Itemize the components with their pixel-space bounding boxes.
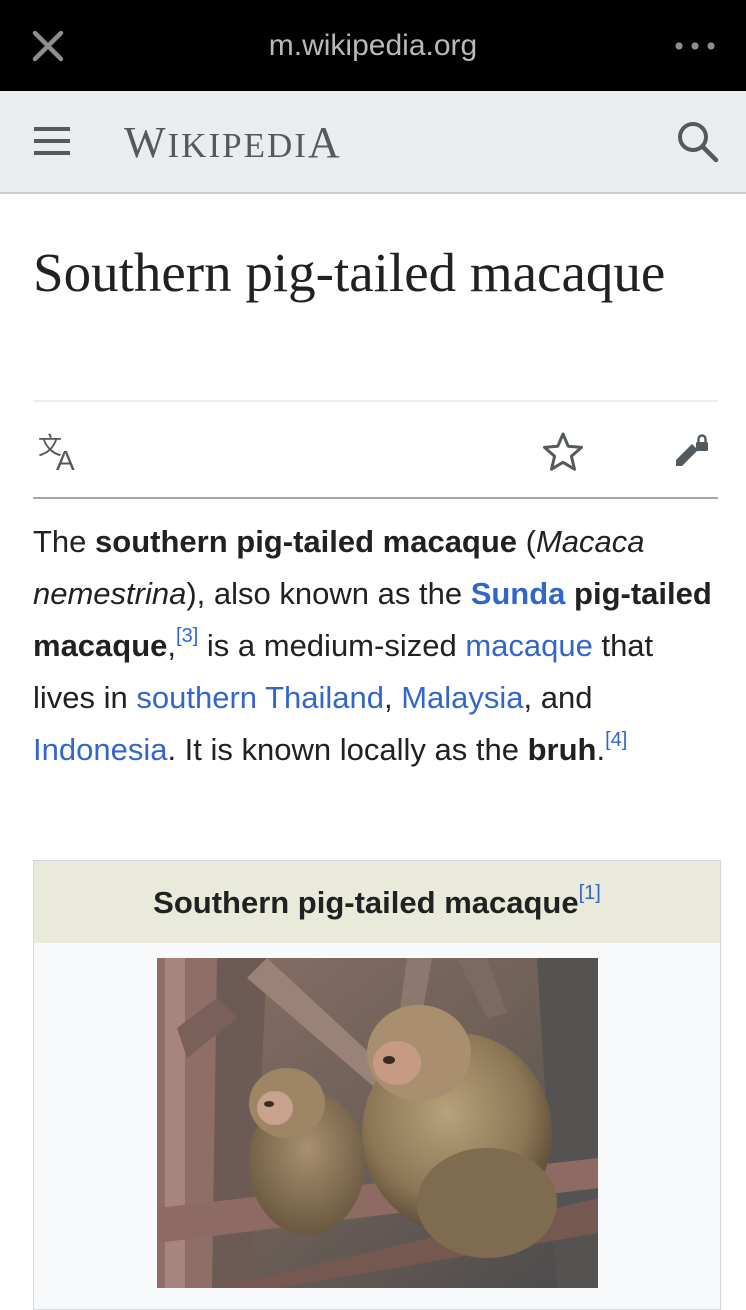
language-icon[interactable]: 文 A	[36, 430, 84, 474]
macaque-photo[interactable]	[157, 958, 598, 1288]
star-icon[interactable]	[540, 430, 586, 474]
infobox-caption: Southern pig-tailed macaque[1]	[34, 861, 720, 943]
reference-4[interactable]: [4]	[605, 729, 627, 751]
wikipedia-wordmark[interactable]: WIKIPEDIA	[124, 117, 342, 172]
wordmark-first-letter: W	[124, 118, 168, 167]
lead-text: ), also known as the	[186, 576, 471, 611]
infobox: Southern pig-tailed macaque[1]	[33, 860, 721, 1310]
lead-bold-local-name: bruh	[527, 732, 597, 767]
search-icon[interactable]	[674, 118, 722, 166]
browser-top-bar: m.wikipedia.org	[0, 0, 746, 91]
actions-divider	[33, 497, 718, 499]
page-title: Southern pig-tailed macaque	[33, 242, 666, 303]
lead-text: .	[596, 732, 606, 767]
reference-1[interactable]: [1]	[579, 882, 601, 904]
wordmark-small-caps: IKIPEDI	[167, 126, 308, 165]
wordmark-last-letter: A	[307, 118, 342, 167]
url-text[interactable]: m.wikipedia.org	[0, 28, 746, 64]
infobox-title: Southern pig-tailed macaque	[153, 885, 579, 920]
site-header: WIKIPEDIA	[0, 91, 746, 194]
lead-text: is a medium-sized	[198, 628, 466, 663]
hamburger-menu-icon[interactable]	[30, 121, 74, 161]
lead-text: , and	[523, 680, 593, 715]
svg-text:A: A	[56, 445, 75, 474]
lead-text: . It is known locally as the	[167, 732, 528, 767]
link-sunda[interactable]: Sunda	[471, 576, 566, 611]
lead-paragraph: The southern pig-tailed macaque (Macaca …	[33, 516, 713, 776]
edit-lock-icon[interactable]	[668, 430, 714, 474]
lead-text: The	[33, 524, 96, 559]
lead-text: ,	[167, 628, 177, 663]
more-icon[interactable]	[672, 28, 718, 64]
link-malaysia[interactable]: Malaysia	[401, 680, 523, 715]
reference-3[interactable]: [3]	[176, 625, 198, 647]
lead-text: ,	[383, 680, 402, 715]
lead-text: (	[517, 524, 536, 559]
lead-text	[565, 576, 574, 611]
title-divider	[33, 400, 718, 402]
link-southern-thailand[interactable]: southern Thailand	[136, 680, 384, 715]
link-indonesia[interactable]: Indonesia	[33, 732, 167, 767]
lead-bold-name: southern pig-tailed macaque	[95, 524, 518, 559]
link-macaque[interactable]: macaque	[465, 628, 593, 663]
